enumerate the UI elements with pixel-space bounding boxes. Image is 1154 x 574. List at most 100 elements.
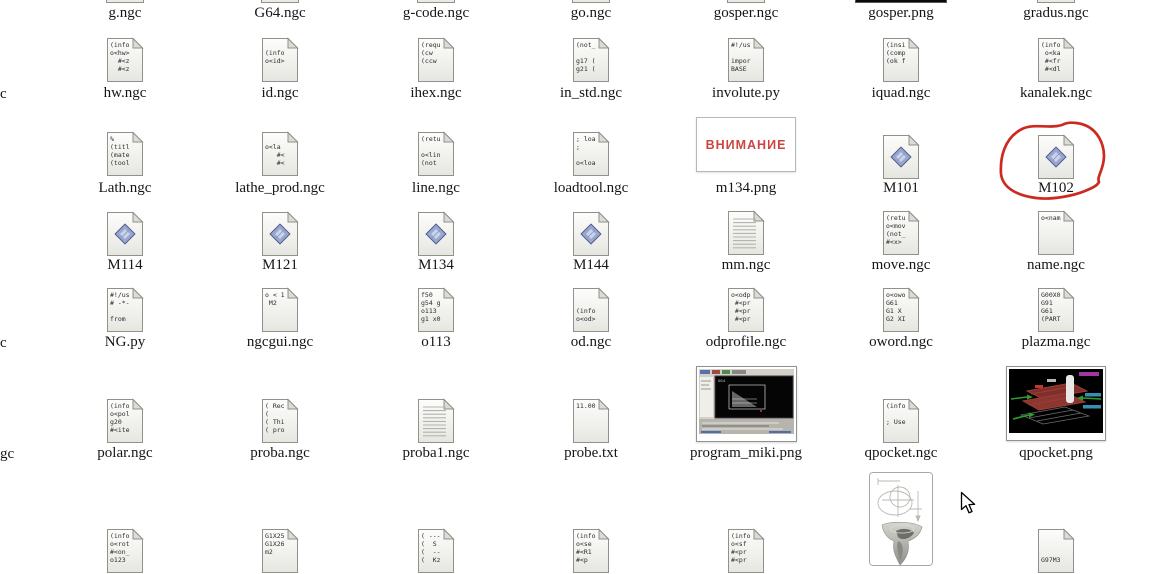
file-label[interactable]: G64.ngc: [203, 5, 357, 21]
code-file-icon[interactable]: ( Rec(( Thi( pro: [261, 398, 299, 444]
code-file-icon[interactable]: (retu o<mov (not_ #<x>: [882, 210, 920, 256]
file-label[interactable]: M114: [48, 257, 202, 273]
file-label[interactable]: M144: [514, 257, 668, 273]
cut-file-icon[interactable]: [572, 0, 610, 3]
code-file-icon[interactable]: (info ; Use: [882, 398, 920, 444]
file-label[interactable]: NG.py: [48, 334, 202, 350]
code-file-icon[interactable]: o<nam: [1037, 210, 1075, 256]
code-file-icon[interactable]: o<la #< #<: [261, 131, 299, 177]
file-label[interactable]: oword.ngc: [824, 334, 978, 350]
image-thumbnail-screenshot[interactable]: G54: [696, 366, 797, 442]
icon-preview-line: #<on_: [110, 548, 130, 556]
code-file-icon[interactable]: (insi (comp (ok f: [882, 37, 920, 83]
code-file-icon[interactable]: (info o<od>: [572, 287, 610, 333]
code-file-icon[interactable]: G00X0 G91 G61 (PART: [1037, 287, 1075, 333]
cut-file-icon[interactable]: [417, 0, 455, 3]
diamond-file-icon[interactable]: [261, 211, 299, 257]
icon-preview-line: G61: [1041, 307, 1053, 315]
file-label[interactable]: ngcgui.ngc: [203, 334, 357, 350]
file-label[interactable]: name.ngc: [979, 257, 1133, 273]
code-file-icon[interactable]: % (titl (mate (tool: [106, 131, 144, 177]
file-label[interactable]: lathe_prod.ngc: [203, 180, 357, 196]
code-file-icon[interactable]: (requ (cw (ccw: [417, 37, 455, 83]
cut-file-icon[interactable]: [261, 0, 299, 3]
file-label[interactable]: proba1.ngc: [359, 445, 513, 461]
code-file-icon[interactable]: (info o<rot #<on_ o123: [106, 528, 144, 574]
code-file-icon[interactable]: ; loa; o<loa: [572, 131, 610, 177]
image-thumbnail-drawing[interactable]: [869, 472, 933, 566]
file-label[interactable]: M134: [359, 257, 513, 273]
icon-preview-line: G1X25: [265, 532, 285, 540]
file-label[interactable]: move.ngc: [824, 257, 978, 273]
cut-file-icon[interactable]: [1037, 0, 1075, 3]
code-file-icon[interactable]: (info o<ka #<fr #<dl: [1037, 37, 1075, 83]
diamond-file-icon[interactable]: [882, 134, 920, 180]
image-thumbnail-warning[interactable]: ВНИМАНИЕ: [696, 117, 796, 172]
code-file-icon[interactable]: f50 g54 g o113 g1 x0: [417, 287, 455, 333]
file-label[interactable]: gosper.ngc: [669, 5, 823, 21]
diamond-file-icon[interactable]: [572, 211, 610, 257]
code-file-icon[interactable]: (not_ g17 (g21 (: [572, 37, 610, 83]
file-label[interactable]: polar.ngc: [48, 445, 202, 461]
code-file-icon[interactable]: o<owo G61 G1 X G2 XI: [882, 287, 920, 333]
code-file-icon[interactable]: (info o<se #<R1 #<p: [572, 528, 610, 574]
icon-preview-line: impor: [731, 57, 751, 65]
file-label[interactable]: line.ngc: [359, 180, 513, 196]
file-label[interactable]: ihex.ngc: [359, 85, 513, 101]
code-file-icon[interactable]: 11.00: [572, 398, 610, 444]
file-label[interactable]: Lath.ngc: [48, 180, 202, 196]
file-label[interactable]: mm.ngc: [669, 257, 823, 273]
file-label[interactable]: m134.png: [669, 180, 823, 196]
code-file-icon[interactable]: #!/us impor BASE: [727, 37, 765, 83]
icon-preview-line: (cw: [421, 49, 433, 57]
icon-preview-line: (not_: [576, 41, 596, 49]
text-file-icon[interactable]: [727, 210, 765, 256]
file-label[interactable]: g.ngc: [48, 5, 202, 21]
file-label[interactable]: qpocket.png: [979, 445, 1133, 461]
file-label[interactable]: o113: [359, 334, 513, 350]
diamond-file-icon[interactable]: [417, 211, 455, 257]
code-file-icon[interactable]: (info o<pol g20 #<ite: [106, 398, 144, 444]
image-thumbnail-3d[interactable]: [1006, 366, 1106, 441]
cut-file-icon[interactable]: [106, 0, 144, 3]
file-label[interactable]: odprofile.ngc: [669, 334, 823, 350]
file-label[interactable]: gradus.ngc: [979, 5, 1133, 21]
code-file-icon[interactable]: #!/us # -*- from: [106, 287, 144, 333]
code-file-icon[interactable]: (info o<sf #<pr #<pr: [727, 528, 765, 574]
icon-preview-line: o<sf: [731, 540, 747, 548]
code-file-icon[interactable]: (retu o<lin (not: [417, 131, 455, 177]
file-label[interactable]: qpocket.ngc: [824, 445, 978, 461]
code-file-icon[interactable]: (info o<hw> #<z #<z: [106, 37, 144, 83]
file-label[interactable]: iquad.ngc: [824, 85, 978, 101]
cut-file-icon[interactable]: [727, 0, 765, 3]
file-label[interactable]: plazma.ngc: [979, 334, 1133, 350]
code-file-icon[interactable]: o<odp #<pr #<pr #<pr: [727, 287, 765, 333]
diamond-file-icon[interactable]: [1037, 134, 1075, 180]
file-label[interactable]: probe.txt: [514, 445, 668, 461]
diamond-file-icon[interactable]: [106, 211, 144, 257]
file-label[interactable]: hw.ngc: [48, 85, 202, 101]
file-label[interactable]: proba.ngc: [203, 445, 357, 461]
file-label[interactable]: loadtool.ngc: [514, 180, 668, 196]
cut-label-fragment: gc: [0, 446, 15, 462]
code-file-icon[interactable]: (info o<id>: [261, 37, 299, 83]
code-file-icon[interactable]: G97M3: [1037, 528, 1075, 574]
file-label[interactable]: M121: [203, 257, 357, 273]
code-file-icon[interactable]: o < 1 M2: [261, 287, 299, 333]
file-label[interactable]: gosper.png: [824, 5, 978, 21]
icon-preview-line: M2: [265, 299, 277, 307]
file-label[interactable]: involute.py: [669, 85, 823, 101]
file-label[interactable]: in_std.ngc: [514, 85, 668, 101]
cut-file-icon[interactable]: [855, 0, 947, 3]
file-label[interactable]: id.ngc: [203, 85, 357, 101]
file-label[interactable]: od.ngc: [514, 334, 668, 350]
code-file-icon[interactable]: G1X25 G1X26 m2: [261, 528, 299, 574]
file-label[interactable]: M102: [979, 180, 1133, 196]
file-label[interactable]: g-code.ngc: [359, 5, 513, 21]
code-file-icon[interactable]: ( ---( S( --( Kz: [417, 528, 455, 574]
text-file-icon[interactable]: [417, 398, 455, 444]
file-label[interactable]: go.ngc: [514, 5, 668, 21]
file-label[interactable]: program_miki.png: [669, 445, 823, 461]
file-label[interactable]: kanalek.ngc: [979, 85, 1133, 101]
file-label[interactable]: M101: [824, 180, 978, 196]
